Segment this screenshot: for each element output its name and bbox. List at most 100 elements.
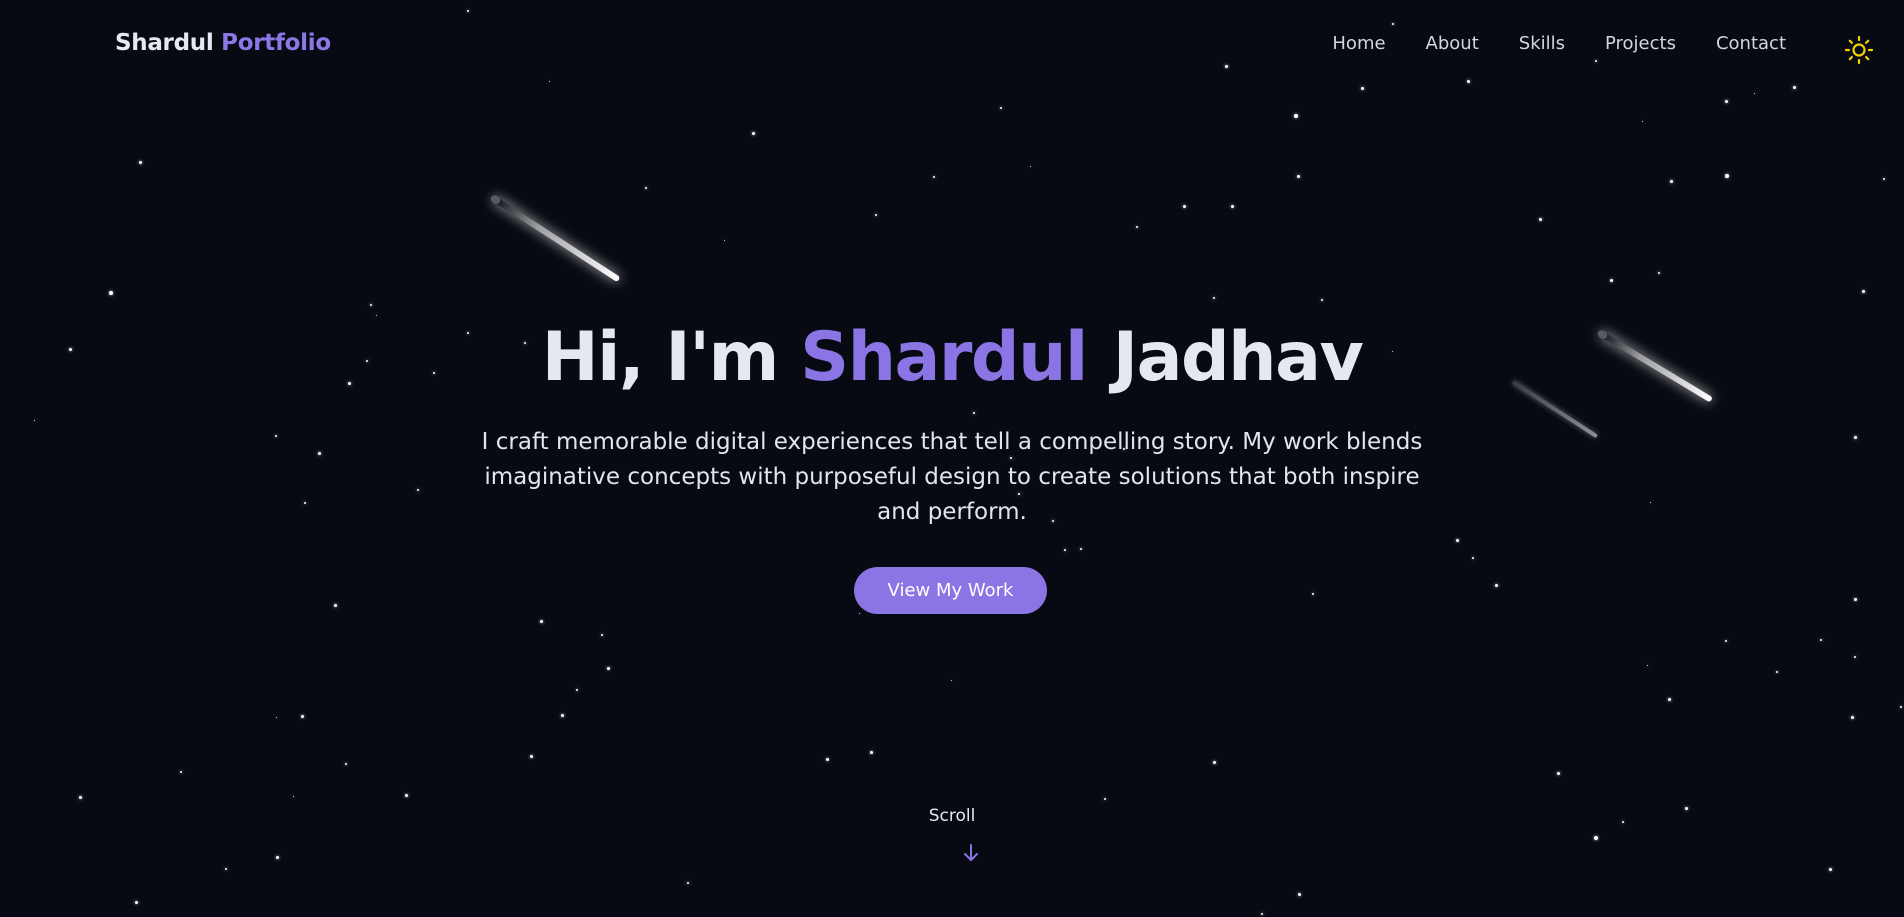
star (1392, 23, 1394, 25)
star (1658, 272, 1660, 274)
star (304, 502, 306, 504)
star (405, 794, 408, 797)
star (951, 680, 952, 681)
star (1854, 598, 1857, 601)
nav-skills[interactable]: Skills (1519, 33, 1565, 54)
star (79, 796, 82, 799)
star (1670, 180, 1673, 183)
star (1642, 121, 1643, 122)
star (607, 667, 610, 670)
star (1030, 166, 1031, 167)
star (530, 755, 533, 758)
star (276, 717, 277, 718)
star (276, 856, 279, 859)
star (1080, 548, 1082, 550)
star (1231, 205, 1234, 208)
star (1647, 665, 1648, 666)
star (687, 882, 689, 884)
star (275, 435, 277, 437)
star (1298, 893, 1301, 896)
star (933, 176, 935, 178)
sun-icon (1844, 35, 1874, 65)
star (1539, 218, 1542, 221)
hero-greeting: Hi, I'm (541, 318, 780, 397)
star (1104, 798, 1106, 800)
star (1793, 86, 1796, 89)
star (1312, 593, 1314, 595)
star (752, 132, 755, 135)
scroll-down-button[interactable] (961, 842, 981, 864)
star (417, 489, 419, 491)
star (859, 613, 860, 614)
star (1610, 279, 1613, 282)
star (1900, 706, 1902, 708)
star (1064, 549, 1066, 551)
star (645, 187, 647, 189)
hero-heading: Hi, I'm Shardul Jadhav (0, 316, 1904, 400)
hero-tagline: I craft memorable digital experiences th… (481, 429, 1423, 525)
star (1361, 87, 1364, 90)
star (549, 81, 550, 82)
star (1829, 868, 1832, 871)
star (973, 412, 975, 414)
nav-home[interactable]: Home (1332, 33, 1385, 54)
star (34, 420, 35, 421)
star (576, 689, 578, 691)
star (345, 763, 347, 765)
star (1467, 80, 1470, 83)
star (1213, 761, 1216, 764)
star (1294, 114, 1298, 118)
star (109, 291, 113, 295)
star (1854, 436, 1857, 439)
star (318, 452, 321, 455)
star (724, 240, 725, 241)
star (1668, 698, 1671, 701)
star (1136, 226, 1138, 228)
main-nav: Home About Skills Projects Contact (1332, 33, 1786, 54)
star (1594, 836, 1598, 840)
star (601, 634, 603, 636)
star (875, 214, 877, 216)
logo-first: Shardul (115, 30, 214, 56)
star (1183, 205, 1186, 208)
nav-contact[interactable]: Contact (1716, 33, 1786, 54)
star (135, 901, 138, 904)
arrow-down-icon (964, 844, 978, 861)
star (561, 714, 564, 717)
view-my-work-button[interactable]: View My Work (854, 567, 1047, 614)
star (334, 604, 337, 607)
scroll-label: Scroll (928, 806, 976, 826)
star (1225, 65, 1228, 68)
star (1557, 772, 1560, 775)
page: Shardul Portfolio Home About Skills Proj… (0, 0, 1904, 917)
star (467, 10, 469, 12)
star (1725, 174, 1729, 178)
star (301, 715, 304, 718)
star (1495, 584, 1498, 587)
star (1725, 100, 1728, 103)
star (540, 620, 543, 623)
star (1000, 107, 1002, 109)
star (1650, 502, 1651, 503)
star (139, 161, 142, 164)
star (293, 796, 294, 797)
theme-toggle-button[interactable] (1844, 35, 1874, 65)
star (826, 758, 829, 761)
star (1851, 716, 1854, 719)
star (1472, 557, 1474, 559)
logo-second: Portfolio (221, 30, 331, 56)
star (1297, 175, 1300, 178)
star (1754, 93, 1755, 94)
star (1883, 178, 1885, 180)
site-logo[interactable]: Shardul Portfolio (115, 30, 331, 56)
star (1862, 290, 1865, 293)
nav-about[interactable]: About (1426, 33, 1479, 54)
nav-projects[interactable]: Projects (1605, 33, 1676, 54)
star (1776, 671, 1778, 673)
star (370, 304, 372, 306)
star (1820, 639, 1822, 641)
star (180, 771, 182, 773)
star (1854, 656, 1856, 658)
star (1595, 60, 1597, 62)
star (225, 868, 227, 870)
